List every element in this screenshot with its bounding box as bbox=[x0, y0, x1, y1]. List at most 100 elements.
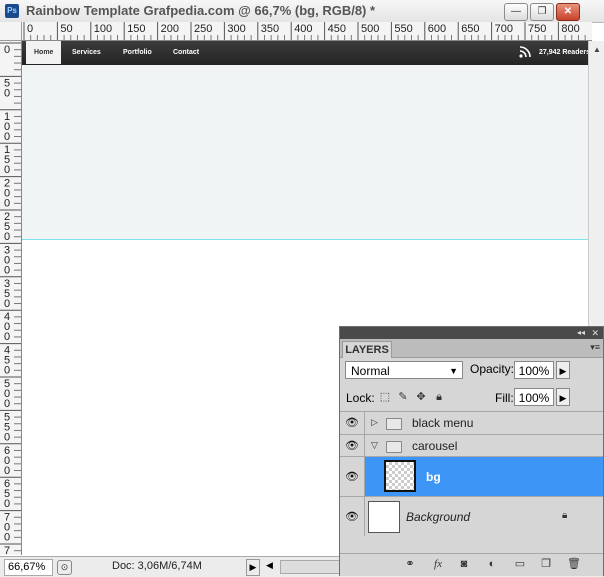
rss-icon bbox=[519, 46, 533, 60]
ruler-tick-label: 0 bbox=[4, 131, 10, 143]
ruler-tick-label: 300 bbox=[227, 23, 245, 35]
zoom-field[interactable]: 66,67% bbox=[4, 559, 53, 576]
ruler-tick-label: 0 bbox=[4, 87, 10, 99]
horizontal-scrollbar[interactable] bbox=[280, 560, 342, 574]
close-button[interactable]: ✕ bbox=[556, 3, 580, 21]
layer-thumbnail[interactable] bbox=[368, 501, 400, 533]
add-mask-icon[interactable]: ◙ bbox=[456, 557, 472, 571]
layer-carousel[interactable]: 👁︎ ▽ carousel bbox=[340, 434, 603, 456]
visibility-toggle[interactable]: 👁︎ bbox=[340, 435, 365, 456]
fx-icon[interactable]: fx bbox=[430, 557, 446, 571]
trash-icon[interactable]: 🗑︎ bbox=[566, 557, 582, 571]
ruler-tick-label: 650 bbox=[461, 23, 479, 35]
ruler-tick-label: 7 bbox=[4, 545, 10, 555]
folder-icon bbox=[386, 418, 402, 430]
nav-portfolio: Portfolio bbox=[123, 49, 152, 56]
black-menu: Home Services Portfolio Contact 27,942 R… bbox=[22, 41, 588, 65]
ruler-tick-label: 600 bbox=[428, 23, 446, 35]
ruler-tick-label: 500 bbox=[361, 23, 379, 35]
ruler-tick-label: 0 bbox=[4, 298, 10, 310]
opacity-slider-arrow-icon[interactable]: ▶ bbox=[556, 361, 570, 379]
lock-icon: 🔒︎ bbox=[562, 510, 568, 521]
minimize-button[interactable]: — bbox=[504, 3, 528, 21]
visibility-toggle[interactable]: 👁︎ bbox=[340, 497, 365, 536]
panel-tab-row: LAYERS ▾≡ bbox=[340, 339, 603, 358]
lock-position-move-icon[interactable]: ✥ bbox=[414, 389, 428, 405]
visibility-toggle[interactable]: 👁︎ bbox=[340, 457, 365, 496]
lock-transparent-icon[interactable]: ⬚ bbox=[378, 389, 392, 405]
ruler-tick-label: 200 bbox=[161, 23, 179, 35]
guide-line bbox=[22, 239, 588, 240]
status-menu-arrow-icon[interactable]: ▶ bbox=[246, 559, 260, 576]
opacity-field[interactable]: 100% bbox=[514, 361, 554, 379]
ruler-tick-label: 0 bbox=[4, 198, 10, 210]
horizontal-ruler[interactable]: 0 50 100 150 200 250 300 350 400 450 500 550 600 650 7… bbox=[22, 22, 592, 41]
ruler-tick-label: 0 bbox=[4, 164, 10, 176]
adjustment-layer-icon[interactable]: ◐ bbox=[484, 557, 500, 571]
layer-thumbnail[interactable] bbox=[384, 460, 416, 492]
ruler-tick-label: 800 bbox=[561, 23, 579, 35]
new-layer-icon[interactable]: ❐ bbox=[538, 557, 554, 571]
layer-background[interactable]: 👁︎ Background 🔒︎ bbox=[340, 496, 603, 536]
photoshop-app-icon: Ps bbox=[5, 4, 19, 18]
fill-slider-arrow-icon[interactable]: ▶ bbox=[556, 388, 570, 406]
opacity-label: Opacity: bbox=[470, 362, 515, 376]
ruler-tick-label: 0 bbox=[4, 532, 10, 544]
ruler-tick-label: 350 bbox=[261, 23, 279, 35]
layer-name: bg bbox=[426, 470, 441, 484]
close-icon[interactable]: ✕ bbox=[591, 327, 599, 339]
ruler-tick-label: 150 bbox=[127, 23, 145, 35]
lock-label: Lock: bbox=[346, 391, 375, 405]
visibility-toggle[interactable]: 👁︎ bbox=[340, 412, 365, 434]
nav-home: Home bbox=[26, 41, 62, 64]
eye-icon[interactable]: 👁︎ bbox=[345, 416, 359, 429]
disclosure-triangle-down-icon[interactable]: ▽ bbox=[371, 440, 378, 451]
folder-icon bbox=[386, 441, 402, 453]
vertical-ruler[interactable]: 0501001502002503003504004505005506006507… bbox=[0, 41, 22, 555]
blend-mode-value: Normal bbox=[351, 364, 390, 378]
ruler-tick-label: 100 bbox=[94, 23, 112, 35]
scroll-left-icon[interactable]: ◀ bbox=[266, 560, 273, 571]
status-info-icon[interactable]: ⊙ bbox=[57, 560, 72, 575]
restore-button[interactable]: ❐ bbox=[530, 3, 554, 21]
doc-size: Doc: 3,06M/6,74M bbox=[112, 560, 202, 572]
ruler-tick-label: 250 bbox=[194, 23, 212, 35]
layer-black-menu[interactable]: 👁︎ ▷ black menu bbox=[340, 411, 603, 434]
layer-name: black menu bbox=[412, 416, 474, 430]
ruler-tick-label: 0 bbox=[4, 231, 10, 243]
ruler-tick-label: 700 bbox=[495, 23, 513, 35]
layer-bg[interactable]: 👁︎ bg bbox=[340, 456, 603, 496]
carousel-area bbox=[22, 65, 588, 239]
nav-contact: Contact bbox=[173, 49, 200, 56]
layer-name: Background bbox=[406, 510, 471, 524]
ruler-tick-label: 450 bbox=[328, 23, 346, 35]
new-group-icon[interactable]: ▭ bbox=[512, 557, 528, 571]
blend-mode-select[interactable]: Normal ▼ bbox=[345, 361, 463, 379]
panel-menu-icon[interactable]: ▾≡ bbox=[590, 342, 600, 353]
nav-services: Services bbox=[72, 49, 101, 56]
ruler-tick-label: 0 bbox=[4, 398, 10, 410]
ruler-origin[interactable] bbox=[0, 22, 22, 41]
link-layers-icon[interactable]: ⚭ bbox=[402, 557, 418, 571]
ruler-tick-label: 0 bbox=[4, 331, 10, 343]
tab-layers[interactable]: LAYERS bbox=[342, 341, 392, 358]
ruler-tick-label: 0 bbox=[4, 465, 10, 477]
scroll-up-icon[interactable]: ▲ bbox=[593, 45, 601, 54]
disclosure-triangle-right-icon[interactable]: ▷ bbox=[371, 417, 378, 428]
lock-all-icon[interactable]: 🔒︎ bbox=[432, 389, 446, 405]
fill-field[interactable]: 100% bbox=[514, 388, 554, 406]
collapse-icon[interactable]: ◂◂ bbox=[577, 327, 585, 339]
fill-label: Fill: bbox=[495, 391, 514, 405]
panel-title-bar[interactable]: ◂◂ ✕ bbox=[340, 327, 603, 339]
eye-icon[interactable]: 👁︎ bbox=[345, 439, 359, 452]
ruler-tick-label: 50 bbox=[60, 23, 72, 35]
eye-icon[interactable]: 👁︎ bbox=[345, 510, 359, 523]
ruler-tick-label: 400 bbox=[294, 23, 312, 35]
layers-panel: ◂◂ ✕ LAYERS ▾≡ Normal ▼ Opacity: 100% ▶ … bbox=[339, 326, 604, 576]
eye-icon[interactable]: 👁︎ bbox=[345, 470, 359, 483]
ruler-tick-label: 0 bbox=[4, 365, 10, 377]
ruler-tick-label: 0 bbox=[4, 431, 10, 443]
lock-image-brush-icon[interactable]: ✎ bbox=[396, 389, 410, 405]
ruler-tick-label: 550 bbox=[394, 23, 412, 35]
layer-name: carousel bbox=[412, 439, 458, 453]
